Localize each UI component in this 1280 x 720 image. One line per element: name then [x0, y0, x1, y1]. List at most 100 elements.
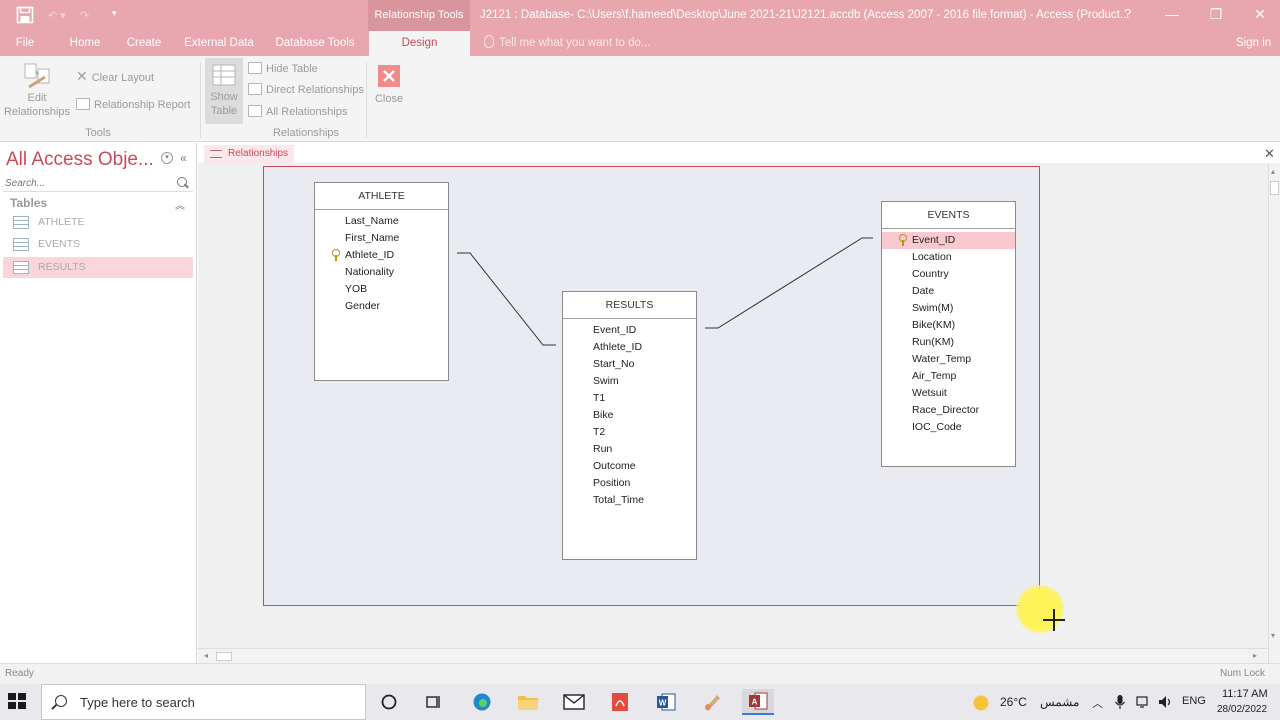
field-row[interactable]: IOC_Code [882, 419, 1015, 436]
scroll-left-icon[interactable]: ◂ [204, 651, 208, 660]
scroll-right-icon[interactable]: ▸ [1253, 651, 1257, 660]
word-icon[interactable]: W [652, 689, 680, 715]
all-relationships-button[interactable]: All Relationships [248, 105, 347, 118]
save-icon[interactable] [16, 6, 34, 24]
microphone-icon[interactable] [1114, 694, 1126, 710]
undo-icon[interactable]: ↶ ▾ [48, 9, 78, 22]
nav-search-input[interactable] [3, 175, 193, 192]
field-row[interactable]: Bike [563, 407, 696, 424]
show-table-button[interactable]: Show Table [205, 58, 243, 124]
field-row[interactable]: Race_Director [882, 402, 1015, 419]
language-indicator[interactable]: ENG [1182, 695, 1206, 707]
sign-in-link[interactable]: Sign in [1236, 31, 1271, 56]
edge-browser-icon[interactable] [468, 689, 496, 715]
direct-relationships-button[interactable]: Direct Relationships [248, 83, 364, 96]
nav-item-events[interactable]: EVENTS [3, 234, 193, 255]
hide-table-button[interactable]: Hide Table [248, 62, 318, 75]
table-box-results[interactable]: RESULTS Event_ID Athlete_ID Start_No Swi… [562, 291, 697, 560]
windows-start-icon[interactable] [8, 693, 28, 711]
field-row[interactable]: Athlete_ID [315, 247, 448, 264]
tab-home[interactable]: Home [60, 31, 110, 56]
edit-relationships-button[interactable]: Edit Relationships [2, 61, 72, 119]
table-title-athlete[interactable]: ATHLETE [315, 183, 448, 210]
close-window-button[interactable]: ✕ [1250, 4, 1270, 24]
field-row[interactable]: Water_Temp [882, 351, 1015, 368]
mail-icon[interactable] [560, 689, 588, 715]
field-row[interactable]: Date [882, 283, 1015, 300]
relationship-report-button[interactable]: Relationship Report [76, 98, 191, 111]
field-row[interactable]: YOB [315, 281, 448, 298]
customize-toolbar-icon[interactable]: ▾ [112, 8, 117, 19]
weather-sun-icon[interactable] [972, 694, 990, 712]
document-tab-relationships[interactable]: Relationships [204, 145, 295, 163]
vertical-scrollbar[interactable]: ▴ ▾ [1268, 163, 1280, 663]
horizontal-scrollbar[interactable]: ◂ ▸ [198, 648, 1268, 663]
nav-section-tables[interactable]: Tables [10, 196, 47, 210]
field-row[interactable]: Start_No [563, 356, 696, 373]
tab-create[interactable]: Create [118, 31, 170, 56]
tab-file[interactable]: File [6, 31, 44, 56]
nav-pane-title[interactable]: All Access Obje... [6, 149, 154, 171]
access-icon[interactable]: A [742, 689, 774, 715]
close-document-icon[interactable]: ✕ [1264, 146, 1275, 162]
network-icon[interactable] [1136, 695, 1150, 709]
field-row[interactable]: Country [882, 266, 1015, 283]
table-title-results[interactable]: RESULTS [563, 292, 696, 319]
file-explorer-icon[interactable] [514, 689, 542, 715]
clock-date[interactable]: 28/02/2022 [1217, 704, 1267, 715]
paint-icon[interactable] [698, 689, 726, 715]
table-box-athlete[interactable]: ATHLETE Last_Name First_Name Athlete_ID … [314, 182, 449, 381]
minimize-button[interactable]: — [1162, 4, 1182, 24]
field-row[interactable]: Outcome [563, 458, 696, 475]
field-row-selected[interactable]: Event_ID [882, 232, 1015, 249]
tab-design[interactable]: Design [369, 31, 470, 56]
field-row[interactable]: Position [563, 475, 696, 492]
weather-temperature[interactable]: 26°C [1000, 695, 1027, 709]
tab-database-tools[interactable]: Database Tools [268, 31, 362, 56]
search-icon[interactable] [177, 177, 187, 187]
clock-time[interactable]: 11:17 AM [1222, 688, 1268, 700]
cortana-icon[interactable] [375, 689, 403, 715]
field-row[interactable]: Total_Time [563, 492, 696, 509]
clear-layout-button[interactable]: ✕ Clear Layout [76, 68, 154, 85]
field-row[interactable]: Last_Name [315, 213, 448, 230]
nav-menu-icon[interactable]: ▾ [161, 152, 173, 164]
taskbar-search-box[interactable]: Type here to search [41, 684, 366, 720]
field-row[interactable]: Run(KM) [882, 334, 1015, 351]
redo-icon[interactable]: ↷ [80, 9, 100, 22]
task-view-icon[interactable] [420, 689, 448, 715]
field-row[interactable]: Event_ID [563, 322, 696, 339]
collapse-pane-icon[interactable]: « [180, 151, 187, 165]
chevron-up-icon[interactable]: ︽ [175, 197, 185, 212]
close-relationships-button[interactable]: Close [370, 64, 408, 106]
field-row[interactable]: Run [563, 441, 696, 458]
field-row[interactable]: Nationality [315, 264, 448, 281]
field-row[interactable]: Athlete_ID [563, 339, 696, 356]
tell-me-box[interactable]: Tell me what you want to do... [484, 31, 651, 56]
field-row[interactable]: First_Name [315, 230, 448, 247]
field-row[interactable]: Gender [315, 298, 448, 315]
nav-item-results[interactable]: RESULTS [3, 257, 193, 278]
restore-button[interactable]: ❐ [1206, 4, 1226, 24]
scroll-thumb[interactable] [1270, 181, 1279, 195]
volume-icon[interactable] [1158, 695, 1174, 709]
tab-external-data[interactable]: External Data [178, 31, 260, 56]
field-row[interactable]: Air_Temp [882, 368, 1015, 385]
table-box-events[interactable]: EVENTS Event_ID Location Country Date Sw… [881, 201, 1016, 467]
scroll-thumb[interactable] [216, 652, 232, 661]
field-row[interactable]: Swim(M) [882, 300, 1015, 317]
field-row[interactable]: Swim [563, 373, 696, 390]
scroll-up-icon[interactable]: ▴ [1271, 167, 1275, 176]
chevron-up-icon[interactable]: ︿ [1092, 695, 1103, 711]
help-button[interactable]: ? [1124, 6, 1131, 21]
pdf-reader-icon[interactable] [606, 689, 634, 715]
field-row[interactable]: Wetsuit [882, 385, 1015, 402]
field-row[interactable]: Location [882, 249, 1015, 266]
field-row[interactable]: Bike(KM) [882, 317, 1015, 334]
nav-item-athlete[interactable]: ATHLETE [3, 212, 193, 233]
table-title-events[interactable]: EVENTS [882, 202, 1015, 229]
weather-condition[interactable]: مشمس [1040, 695, 1079, 709]
field-row[interactable]: T2 [563, 424, 696, 441]
scroll-down-icon[interactable]: ▾ [1271, 631, 1275, 640]
field-row[interactable]: T1 [563, 390, 696, 407]
